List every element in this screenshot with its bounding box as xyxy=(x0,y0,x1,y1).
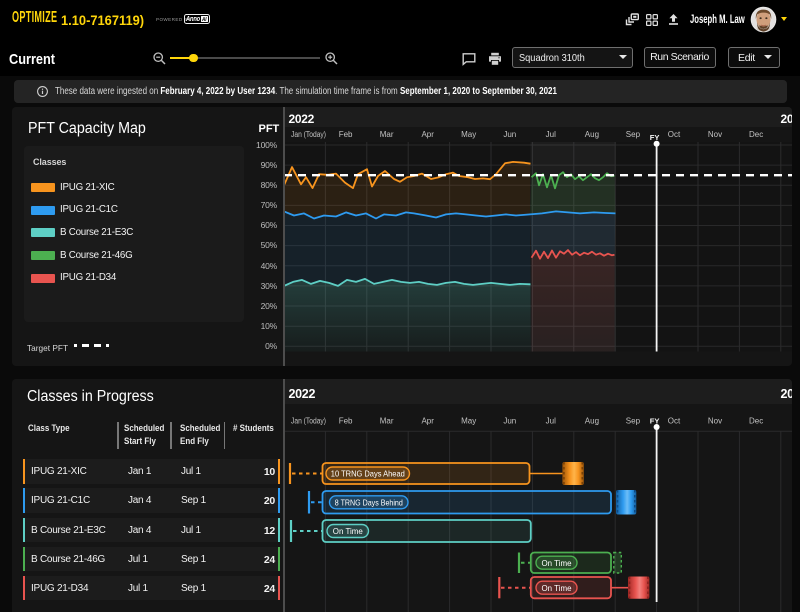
svg-text:Aug: Aug xyxy=(584,417,598,426)
svg-text:Feb: Feb xyxy=(338,130,352,139)
svg-text:Apr: Apr xyxy=(421,417,434,426)
svg-text:FY: FY xyxy=(649,417,659,426)
svg-text:Jun: Jun xyxy=(503,417,516,426)
svg-text:FY: FY xyxy=(649,133,659,142)
svg-text:Dec: Dec xyxy=(748,130,762,139)
svg-text:Jul: Jul xyxy=(545,417,555,426)
svg-text:8 TRNG Days Behind: 8 TRNG Days Behind xyxy=(334,498,402,508)
svg-text:Apr: Apr xyxy=(421,130,434,139)
svg-text:Feb: Feb xyxy=(338,417,352,426)
svg-text:Jan (Today): Jan (Today) xyxy=(291,417,326,426)
svg-text:Nov: Nov xyxy=(707,417,721,426)
svg-text:Jan (Today): Jan (Today) xyxy=(291,130,326,139)
svg-text:On Time: On Time xyxy=(541,558,571,568)
svg-text:Mar: Mar xyxy=(379,130,393,139)
svg-text:On Time: On Time xyxy=(541,583,571,593)
svg-text:Jun: Jun xyxy=(503,130,516,139)
svg-text:On Time: On Time xyxy=(332,526,362,536)
svg-text:Oct: Oct xyxy=(667,130,680,139)
svg-text:Jul: Jul xyxy=(545,130,555,139)
svg-text:Aug: Aug xyxy=(584,130,598,139)
svg-text:Dec: Dec xyxy=(748,417,762,426)
svg-text:Sep: Sep xyxy=(625,130,640,139)
svg-text:May: May xyxy=(461,417,476,426)
svg-text:Oct: Oct xyxy=(667,417,680,426)
svg-text:Sep: Sep xyxy=(625,417,640,426)
svg-text:May: May xyxy=(461,130,476,139)
svg-text:Mar: Mar xyxy=(379,417,393,426)
svg-text:10 TRNG Days Ahead: 10 TRNG Days Ahead xyxy=(330,469,404,479)
svg-text:Nov: Nov xyxy=(707,130,721,139)
